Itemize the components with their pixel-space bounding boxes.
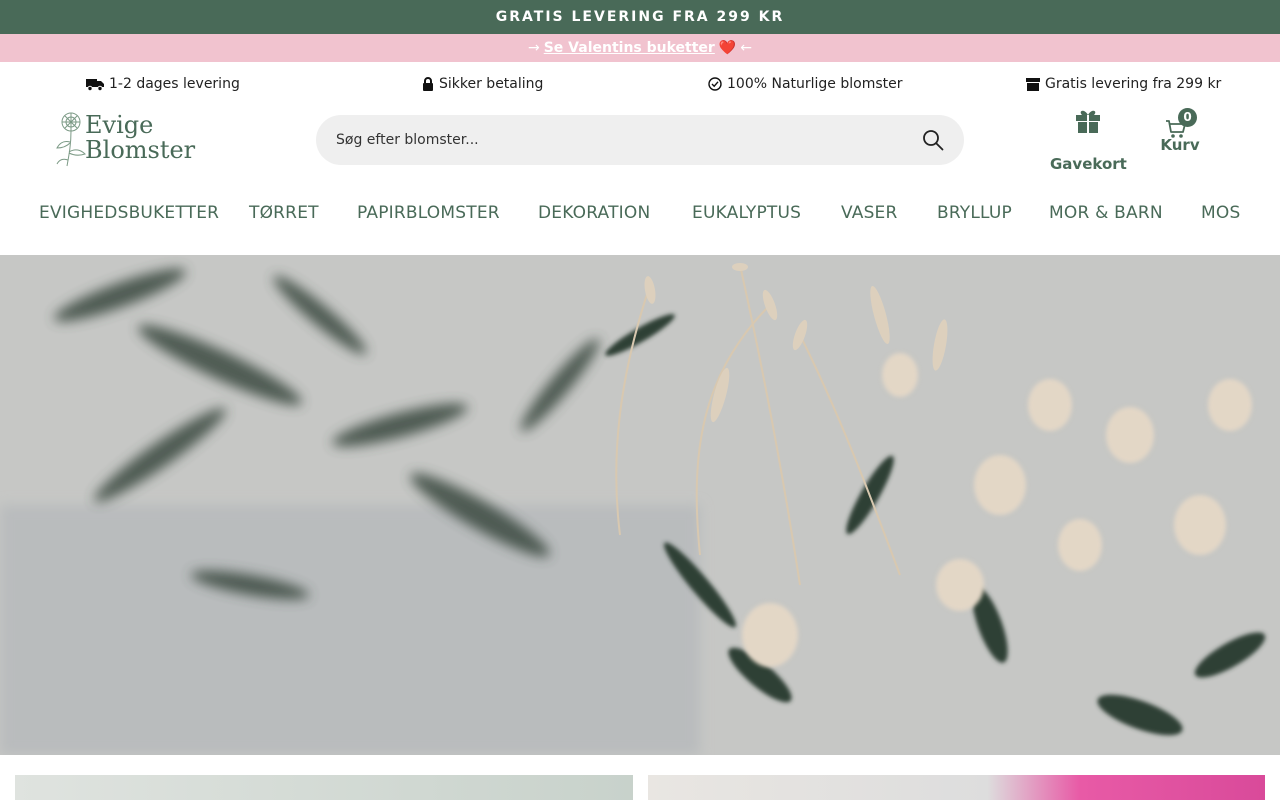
cart-button[interactable]: 0 Kurv [1158, 108, 1202, 154]
usp-free-shipping-text: Gratis levering fra 299 kr [1045, 76, 1222, 92]
usp-delivery: 1-2 dages levering [86, 76, 240, 92]
announcement-text: GRATIS LEVERING FRA 299 KR [495, 9, 785, 25]
nav-mos[interactable]: MOS [1201, 203, 1240, 223]
usp-natural-text: 100% Naturlige blomster [727, 76, 903, 92]
truck-icon [86, 79, 104, 91]
promo-bar: → Se Valentins buketter ❤️ ← [0, 34, 1280, 62]
gift-card-button[interactable]: Gavekort [1050, 108, 1127, 173]
gift-icon [1076, 110, 1100, 133]
usp-bar: 1-2 dages levering Sikker betaling 100% … [0, 62, 1280, 110]
usp-payment: Sikker betaling [422, 76, 543, 92]
hero-image[interactable] [0, 255, 1280, 755]
main-nav: EVIGHEDSBUKETTER TØRRET PAPIRBLOMSTER DE… [0, 195, 1280, 235]
gift-card-label: Gavekort [1050, 155, 1127, 173]
nav-eukalyptus[interactable]: EUKALYPTUS [692, 203, 801, 223]
promo-arrow-left: → [527, 40, 540, 56]
logo-line-2: Blomster [85, 136, 196, 164]
cart-count-badge: 0 [1178, 108, 1197, 127]
logo-line-1: Evige [85, 111, 154, 139]
nav-vaser[interactable]: VASER [841, 203, 898, 223]
check-circle-icon [708, 77, 722, 91]
nav-evighedsbuketter[interactable]: EVIGHEDSBUKETTER [39, 203, 219, 223]
usp-natural: 100% Naturlige blomster [708, 76, 903, 92]
nav-mor-og-barn[interactable]: MOR & BARN [1049, 203, 1163, 223]
nav-dekoration[interactable]: DEKORATION [538, 203, 650, 223]
logo-text: Evige Blomster [85, 113, 195, 163]
box-icon [1026, 78, 1040, 91]
search-input[interactable] [336, 132, 922, 148]
valentine-link[interactable]: Se Valentins buketter [544, 40, 715, 56]
category-card-left[interactable] [15, 775, 633, 800]
logo[interactable]: Evige Blomster [55, 110, 205, 170]
category-card-right[interactable] [648, 775, 1265, 800]
usp-delivery-text: 1-2 dages levering [109, 76, 240, 92]
search-bar [316, 115, 964, 165]
nav-papirblomster[interactable]: PAPIRBLOMSTER [357, 203, 500, 223]
usp-free-shipping: Gratis levering fra 299 kr [1026, 76, 1221, 92]
dried-flowers-image [0, 255, 1280, 755]
promo-arrow-right: ← [740, 40, 752, 56]
nav-bryllup[interactable]: BRYLLUP [937, 203, 1012, 223]
nav-torret[interactable]: TØRRET [249, 203, 319, 223]
search-icon[interactable] [922, 129, 944, 151]
usp-payment-text: Sikker betaling [439, 76, 544, 92]
lock-icon [423, 77, 433, 91]
announcement-bar: GRATIS LEVERING FRA 299 KR [0, 0, 1280, 34]
heart-icon: ❤️ [718, 40, 737, 56]
